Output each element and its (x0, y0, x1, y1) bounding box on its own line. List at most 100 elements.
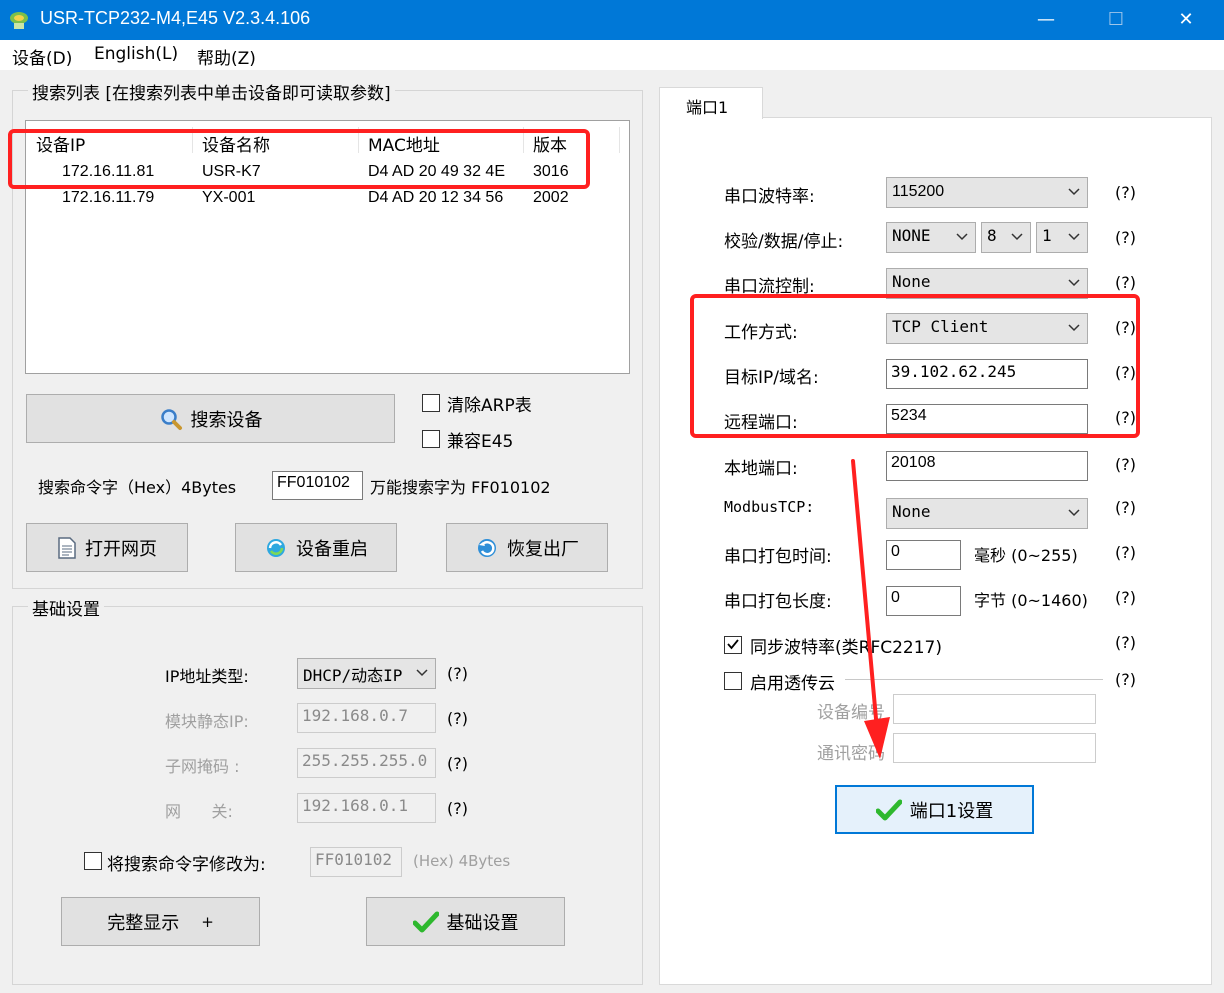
pack-length-unit: 字节 (0~1460) (974, 591, 1088, 610)
factory-reset-button[interactable]: 恢复出厂 (446, 523, 608, 572)
close-button[interactable]: ✕ (1156, 0, 1216, 40)
basic-settings-button[interactable]: 基础设置 (366, 897, 565, 946)
data-bits-value: 8 (987, 226, 997, 245)
clear-arp-checkbox[interactable] (422, 394, 440, 412)
full-display-button[interactable]: 完整显示 + (61, 897, 260, 946)
subnet-input[interactable]: 255.255.255.0 (297, 748, 436, 778)
comm-pwd-input[interactable] (893, 733, 1096, 763)
help-icon[interactable]: (?) (1115, 670, 1136, 689)
port1-settings-label: 端口1设置 (909, 800, 994, 822)
baud-select[interactable]: 115200 (886, 177, 1088, 208)
pack-length-label: 串口打包长度: (724, 592, 832, 612)
checkbox-check-icon (727, 639, 739, 650)
parity-select[interactable]: NONE (886, 222, 976, 253)
open-web-label: 打开网页 (85, 538, 157, 560)
document-icon (58, 536, 76, 559)
search-device-label: 搜索设备 (190, 409, 263, 431)
menu-help[interactable]: 帮助(Z) (197, 44, 256, 69)
chevron-down-icon (956, 233, 968, 241)
gateway-label: 网 关: (165, 802, 233, 821)
window-title: USR-TCP232-M4,E45 V2.3.4.106 (40, 8, 311, 28)
column-divider (619, 127, 620, 153)
row-ip: 172.16.11.79 (62, 189, 155, 206)
stop-bits-value: 1 (1042, 226, 1052, 245)
baud-value: 115200 (892, 183, 945, 200)
flow-value: None (892, 272, 931, 291)
chevron-down-icon (1068, 279, 1080, 287)
data-bits-select[interactable]: 8 (981, 222, 1031, 253)
tab-port1[interactable]: 端口1 (659, 87, 763, 119)
refresh-icon (267, 538, 285, 557)
static-ip-label: 模块静态IP: (165, 712, 249, 731)
parity-label: 校验/数据/停止: (724, 232, 844, 252)
help-icon[interactable]: (?) (1115, 228, 1136, 247)
help-icon[interactable]: (?) (1115, 455, 1136, 474)
menu-device[interactable]: 设备(D) (12, 44, 72, 69)
pack-time-unit: 毫秒 (0~255) (974, 546, 1078, 565)
title-bar[interactable]: USR-TCP232-M4,E45 V2.3.4.106 — ☐ ✕ (0, 0, 1224, 40)
local-port-input[interactable]: 20108 (886, 451, 1088, 481)
search-cmd-input[interactable]: FF010102 (272, 471, 363, 500)
search-cmd-label: 搜索命令字（Hex）4Bytes (38, 478, 237, 497)
full-display-label: 完整显示 (107, 912, 180, 934)
pack-time-label: 串口打包时间: (724, 547, 832, 567)
basic-settings-title: 基础设置 (28, 595, 104, 620)
chevron-down-icon (1068, 233, 1080, 241)
chevron-down-icon (416, 669, 428, 677)
maximize-button[interactable]: ☐ (1086, 0, 1146, 40)
row-name: YX-001 (202, 189, 256, 206)
local-port-label: 本地端口: (724, 459, 798, 479)
cloud-checkbox[interactable] (724, 672, 742, 690)
modify-cmd-checkbox[interactable] (84, 852, 102, 870)
device-no-input[interactable] (893, 694, 1096, 724)
help-icon[interactable]: (?) (447, 709, 468, 728)
gateway-input[interactable]: 192.168.0.1 (297, 793, 436, 823)
cloud-label: 启用透传云 (750, 674, 835, 694)
chevron-down-icon (1011, 233, 1023, 241)
row-version: 2002 (533, 189, 569, 206)
help-icon[interactable]: (?) (447, 754, 468, 773)
search-device-button[interactable]: 搜索设备 (26, 394, 395, 443)
restore-icon (478, 538, 496, 557)
modify-cmd-unit: (Hex) 4Bytes (413, 852, 511, 870)
parity-value: NONE (892, 226, 931, 245)
port1-settings-button[interactable]: 端口1设置 (835, 785, 1034, 834)
annotation-box-network-settings (690, 294, 1140, 438)
modbus-label: ModbusTCP: (724, 498, 815, 516)
modify-cmd-input[interactable]: FF010102 (310, 847, 402, 877)
magnifier-icon (160, 408, 182, 430)
search-group-title: 搜索列表 [在搜索列表中单击设备即可读取参数] (28, 79, 395, 104)
stop-bits-select[interactable]: 1 (1036, 222, 1088, 253)
compat-e45-label: 兼容E45 (447, 432, 514, 452)
help-icon[interactable]: (?) (1115, 273, 1136, 292)
checkmark-icon (412, 911, 439, 932)
menu-bar: 设备(D) English(L) 帮助(Z) (0, 40, 1224, 70)
minimize-button[interactable]: — (1016, 0, 1076, 40)
help-icon[interactable]: (?) (1115, 183, 1136, 202)
chevron-down-icon (1068, 509, 1080, 517)
annotation-arrow (851, 459, 890, 759)
ip-type-select[interactable]: DHCP/动态IP (297, 658, 436, 689)
search-cmd-hint: 万能搜索字为 FF010102 (370, 478, 551, 497)
help-icon[interactable]: (?) (1115, 633, 1136, 652)
help-icon[interactable]: (?) (447, 664, 468, 683)
open-web-button[interactable]: 打开网页 (26, 523, 188, 572)
menu-english[interactable]: English(L) (94, 44, 178, 64)
help-icon[interactable]: (?) (1115, 543, 1136, 562)
plus-icon: + (201, 912, 214, 931)
basic-settings-label: 基础设置 (446, 912, 519, 934)
clear-arp-label: 清除ARP表 (447, 396, 532, 416)
help-icon[interactable]: (?) (1115, 588, 1136, 607)
help-icon[interactable]: (?) (447, 799, 468, 818)
compat-e45-checkbox[interactable] (422, 430, 440, 448)
modbus-select[interactable]: None (886, 498, 1088, 529)
ip-type-label: IP地址类型: (165, 667, 249, 686)
annotation-box-device-row (8, 129, 590, 189)
help-icon[interactable]: (?) (1115, 498, 1136, 517)
modify-cmd-label: 将搜索命令字修改为: (107, 855, 266, 875)
sync-baud-checkbox[interactable] (724, 636, 742, 654)
row-mac: D4 AD 20 12 34 56 (368, 189, 504, 206)
static-ip-input[interactable]: 192.168.0.7 (297, 703, 436, 733)
restart-device-label: 设备重启 (296, 538, 368, 560)
restart-device-button[interactable]: 设备重启 (235, 523, 397, 572)
